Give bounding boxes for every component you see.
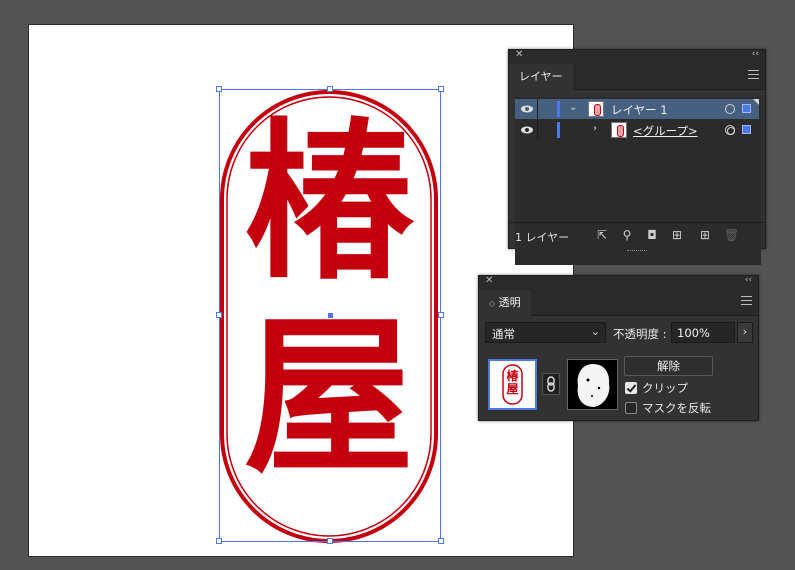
eye-icon[interactable] [520, 124, 534, 136]
transparency-panel: ✕ ‹‹ ◇ 透明 通常 ⌄ 不透明度 : 100% › 椿 屋 解除 クリップ… [478, 275, 759, 421]
layer-count: 1 レイヤー [515, 231, 570, 244]
layers-footer: 1 レイヤー ⇱ ⚲ ◘ ⊞ ⊞ 🗑 [509, 222, 765, 251]
center-point [328, 313, 333, 318]
stamp-group[interactable]: 椿 屋 [214, 86, 444, 546]
thumbnail-char-bottom: 屋 [506, 382, 519, 396]
release-button[interactable]: 解除 [624, 356, 713, 376]
chevron-down-icon: ⌄ [590, 325, 600, 338]
resize-handle-bottom[interactable] [327, 538, 333, 544]
resize-grip[interactable] [627, 250, 647, 253]
blend-mode-value: 通常 [492, 327, 515, 341]
tab-transparency-label: 透明 [498, 296, 521, 309]
panel-tab-bar: レイヤー [509, 64, 765, 91]
layer-color-bar [557, 101, 560, 117]
layer-thumbnail [588, 101, 604, 117]
tab-layers[interactable]: レイヤー [509, 64, 573, 91]
resize-handle-left[interactable] [216, 312, 222, 318]
layer-row-layer-1[interactable]: ⌄ レイヤー 1 [515, 99, 759, 119]
resize-handle-right[interactable] [438, 312, 444, 318]
opacity-mask-thumbnail[interactable] [567, 359, 618, 410]
tab-toggle-icon: ◇ [489, 299, 496, 308]
tab-transparency[interactable]: ◇ 透明 [479, 290, 531, 317]
locate-object-icon[interactable]: ⚲ [620, 228, 634, 242]
layer-color-bar [557, 122, 560, 138]
new-sublayer-icon[interactable]: ⊞ [670, 228, 684, 242]
resize-handle-bottom-left[interactable] [216, 538, 222, 544]
artwork-thumbnail[interactable]: 椿 屋 [488, 359, 537, 410]
resize-handle-top-right[interactable] [438, 86, 444, 92]
clip-checkbox[interactable] [625, 382, 637, 394]
layer-thumbnail [611, 122, 627, 138]
blend-mode-select[interactable]: 通常 ⌄ [485, 322, 606, 343]
layers-panel: ✕ ‹‹ レイヤー ⌄ レイヤー 1 › <グループ> 1 レイヤー ⇱ ⚲ ◘… [508, 49, 766, 265]
invert-mask-checkbox[interactable] [625, 402, 637, 414]
collapse-icon[interactable]: ‹‹ [745, 275, 752, 285]
opacity-label: 不透明度 : [613, 327, 667, 341]
chevron-right-icon[interactable]: › [593, 123, 597, 134]
clipping-mask-icon[interactable]: ◘ [645, 228, 659, 242]
panel-tab-bar: ◇ 透明 [479, 290, 758, 317]
panel-menu-icon[interactable] [741, 296, 752, 305]
export-icon[interactable]: ⇱ [595, 228, 609, 242]
clip-label: クリップ [642, 381, 688, 395]
resize-handle-top-left[interactable] [216, 86, 222, 92]
selection-indicator[interactable] [742, 104, 751, 113]
divider [537, 120, 538, 140]
panel-menu-icon[interactable] [748, 70, 759, 79]
layer-row-group[interactable]: › <グループ> [515, 120, 759, 140]
chevron-down-icon[interactable]: ⌄ [569, 102, 577, 113]
new-layer-icon[interactable]: ⊞ [698, 228, 712, 242]
resize-handle-top[interactable] [327, 86, 333, 92]
resize-handle-bottom-right[interactable] [438, 538, 444, 544]
divider [537, 99, 538, 119]
current-layer-corner-icon [753, 99, 759, 105]
collapse-icon[interactable]: ‹‹ [752, 49, 759, 59]
link-icon [547, 376, 555, 392]
close-icon[interactable]: ✕ [515, 49, 523, 60]
close-icon[interactable]: ✕ [485, 275, 493, 286]
selection-indicator[interactable] [742, 125, 751, 134]
target-circle-icon[interactable] [725, 104, 735, 114]
mask-shape [577, 364, 610, 407]
eye-icon[interactable] [520, 103, 534, 115]
layer-name[interactable]: <グループ> [633, 123, 698, 139]
invert-mask-label: マスクを反転 [642, 401, 711, 415]
delete-icon: 🗑 [724, 228, 740, 242]
panel-titlebar[interactable]: ✕ ‹‹ [479, 275, 758, 290]
opacity-slider-button[interactable]: › [737, 322, 753, 343]
target-circle-icon[interactable] [725, 125, 735, 135]
opacity-input[interactable]: 100% [671, 322, 735, 343]
mask-link-button[interactable] [542, 373, 560, 395]
panel-titlebar[interactable]: ✕ ‹‹ [509, 49, 765, 64]
layer-name[interactable]: レイヤー 1 [611, 102, 668, 118]
